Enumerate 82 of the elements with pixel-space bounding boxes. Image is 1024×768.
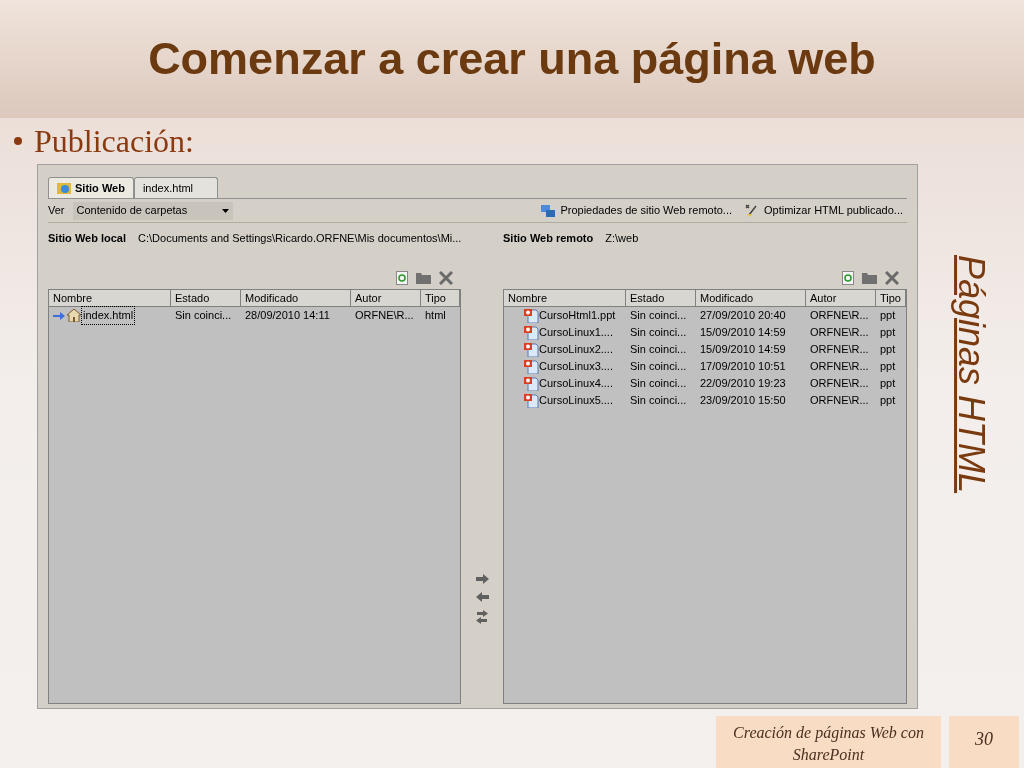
tab[interactable]: Sitio Web: [48, 177, 134, 198]
document-icon: [524, 342, 539, 357]
table-cell-text: html: [425, 308, 446, 324]
table-cell-text: ppt: [880, 325, 896, 341]
caret-icon: [221, 208, 229, 213]
house-icon: [67, 309, 81, 322]
footer-label: Creación de páginas Web con SharePoint: [716, 716, 941, 768]
document-icon: [524, 359, 539, 374]
table-cell-text: ppt: [880, 342, 896, 358]
file-name[interactable]: CursoLinux5....: [539, 392, 613, 409]
table-cell-text: ORFNE\R...: [810, 393, 869, 409]
column-header[interactable]: Tipo: [876, 290, 906, 307]
table-cell-text: 23/09/2010 15:50: [700, 393, 786, 409]
page-number: 30: [949, 716, 1019, 768]
column-header[interactable]: Modificado: [241, 290, 351, 307]
slide-title: Comenzar a crear una página web: [148, 32, 876, 87]
column-header[interactable]: Estado: [626, 290, 696, 307]
table-cell-text: ppt: [880, 376, 896, 392]
table-cell-text: ORFNE\R...: [355, 308, 414, 324]
table-cell-text: 27/09/2010 20:40: [700, 308, 786, 324]
table-cell-text: 17/09/2010 10:51: [700, 359, 786, 375]
file-name[interactable]: index.html: [81, 306, 136, 325]
table-cell-text: ORFNE\R...: [810, 376, 869, 392]
table-cell-text: 22/09/2010 19:23: [700, 376, 786, 392]
transfer-icon: [540, 203, 557, 218]
document-icon: [524, 376, 539, 391]
globe-folder-icon: [57, 182, 71, 194]
column-header[interactable]: Estado: [171, 290, 241, 307]
close-icon[interactable]: [885, 271, 899, 285]
file-name[interactable]: CursoLinux2....: [539, 341, 613, 358]
file-name[interactable]: CursoHtml1.ppt: [539, 307, 616, 324]
toolbar-link[interactable]: Optimizar HTML publicado...: [744, 202, 907, 219]
left-arrow-icon[interactable]: [475, 592, 489, 602]
folder-icon[interactable]: [416, 272, 432, 284]
column-header[interactable]: Autor: [351, 290, 421, 307]
column-header[interactable]: Modificado: [696, 290, 806, 307]
bullet-icon: [14, 137, 22, 145]
close-icon[interactable]: [439, 271, 454, 285]
table-cell-text: ORFNE\R...: [810, 342, 869, 358]
broom-icon: [744, 203, 760, 218]
view-label: Ver: [48, 203, 65, 219]
table-cell-text: 28/09/2010 14:11: [245, 308, 330, 324]
table-cell-text: ORFNE\R...: [810, 359, 869, 375]
bullet-text: Publicación:: [34, 122, 194, 161]
swap-arrows-icon[interactable]: [475, 610, 490, 624]
table-cell-text: Sin coinci...: [630, 308, 687, 324]
column-header[interactable]: Nombre: [504, 290, 626, 307]
table-cell-text: ORFNE\R...: [810, 308, 869, 324]
table-cell-text: Sin coinci...: [630, 325, 687, 341]
document-icon: [524, 325, 539, 340]
document-icon: [524, 393, 539, 408]
document-icon: [524, 308, 539, 323]
table-cell-text: 15/09/2010 14:59: [700, 325, 786, 341]
column-header[interactable]: Nombre: [49, 290, 171, 307]
table-cell-text: Sin coinci...: [630, 393, 687, 409]
site-path: C:\Documents and Settings\Ricardo.ORFNE\Mis documentos\Mi...: [138, 230, 462, 246]
arrow-icon: [53, 311, 65, 320]
table-cell-text: Sin coinci...: [175, 308, 232, 324]
table-cell-text: Sin coinci...: [630, 376, 687, 392]
table-cell-text: Sin coinci...: [630, 359, 687, 375]
table-cell-text: ppt: [880, 359, 896, 375]
right-arrow-icon[interactable]: [475, 574, 489, 584]
toolbar-link[interactable]: Propiedades de sitio Web remoto...: [540, 202, 736, 219]
view-dropdown[interactable]: Contenido de carpetas: [72, 201, 233, 220]
table-cell-text: Sin coinci...: [630, 342, 687, 358]
table-cell-text: 15/09/2010 14:59: [700, 342, 786, 358]
site-label: Sitio Web local: [48, 230, 127, 246]
tab[interactable]: index.html: [133, 177, 219, 198]
side-title: Páginas HTML: [950, 254, 993, 494]
file-name[interactable]: CursoLinux3....: [539, 358, 613, 375]
file-name[interactable]: CursoLinux4....: [539, 375, 613, 392]
file-name[interactable]: CursoLinux1....: [539, 324, 613, 341]
site-label: Sitio Web remoto: [503, 230, 594, 246]
column-header[interactable]: Autor: [806, 290, 876, 307]
site-path: Z:\web: [605, 230, 639, 246]
table-cell-text: ppt: [880, 308, 896, 324]
folder-icon[interactable]: [862, 272, 877, 284]
refresh-icon[interactable]: [396, 271, 409, 285]
column-header[interactable]: Tipo: [421, 290, 461, 307]
refresh-icon[interactable]: [842, 271, 854, 285]
table-cell-text: ORFNE\R...: [810, 325, 869, 341]
table-cell-text: ppt: [880, 393, 896, 409]
